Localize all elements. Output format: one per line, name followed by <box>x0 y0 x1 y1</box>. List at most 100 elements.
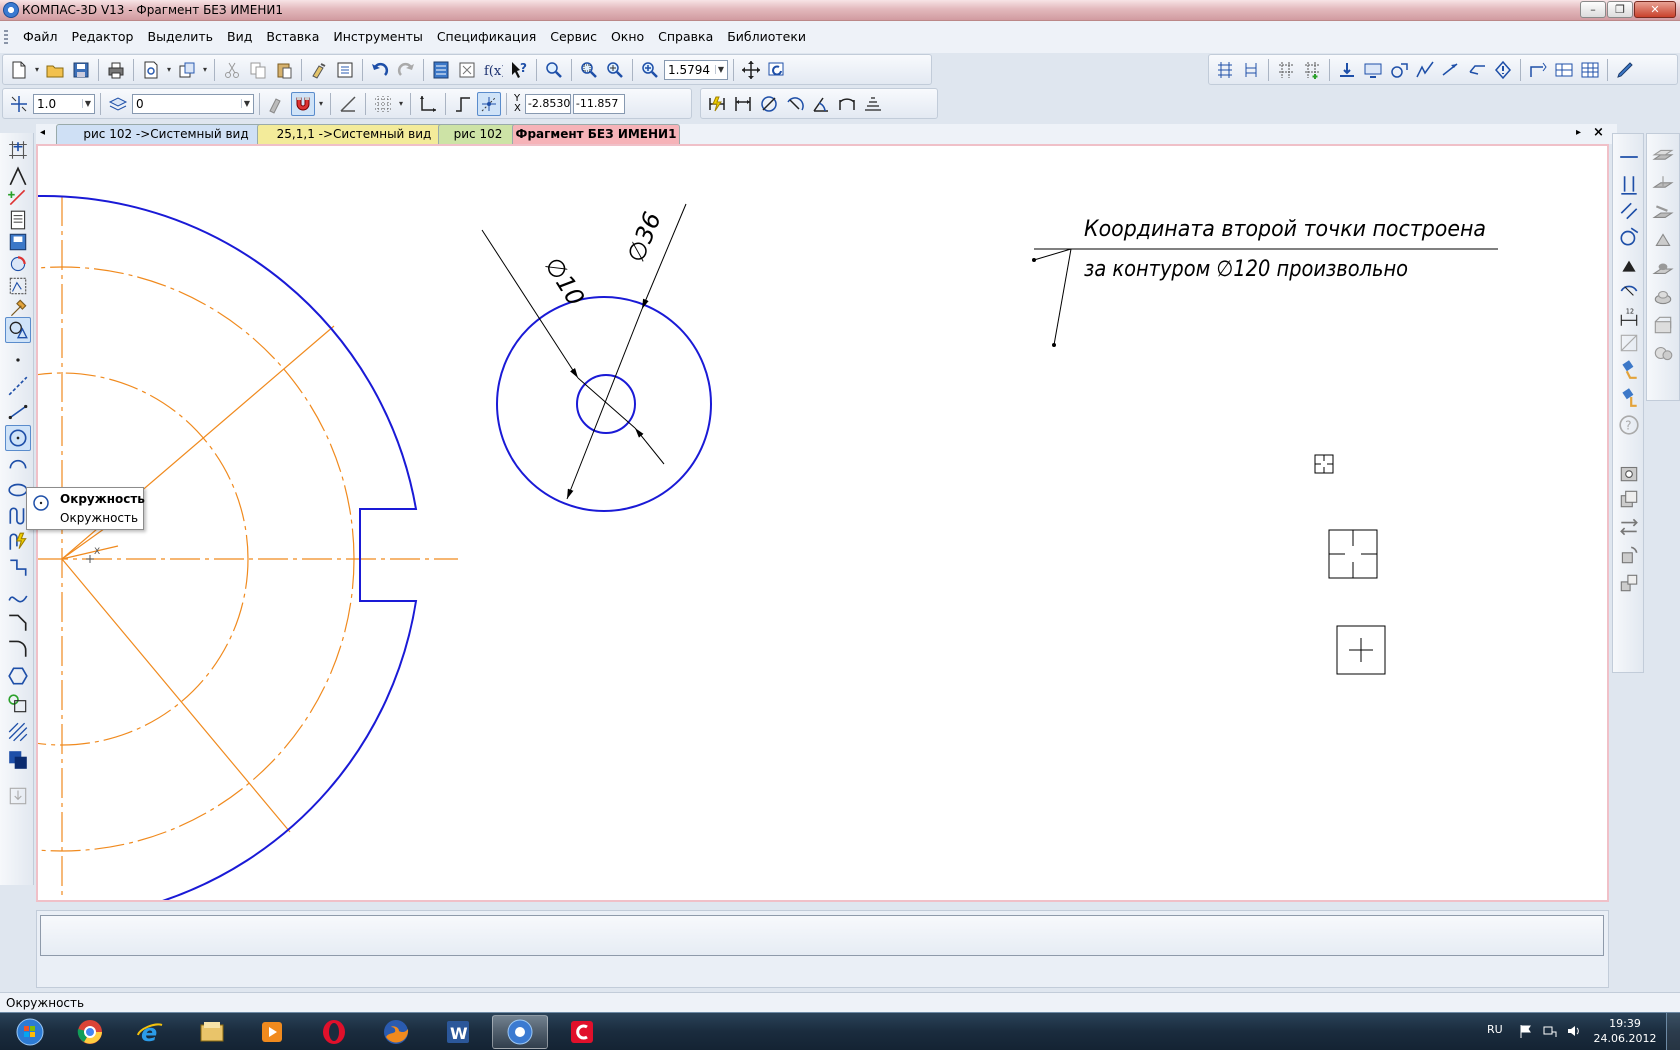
fill-icon[interactable] <box>5 747 31 773</box>
menu-file[interactable]: Файл <box>16 29 65 44</box>
shell-icon[interactable] <box>1650 284 1676 310</box>
word-icon[interactable]: W <box>430 1015 486 1049</box>
action-center-flag-icon[interactable] <box>1518 1023 1534 1039</box>
leader-note[interactable]: Координата второй точки построена за кон… <box>1032 217 1498 347</box>
vertical-align-icon[interactable] <box>1616 172 1642 198</box>
diameter-dimension-icon[interactable] <box>757 92 781 116</box>
tab-scroll-left-icon[interactable]: ◂ <box>40 127 45 138</box>
symmetry-icon[interactable] <box>1616 330 1642 356</box>
language-indicator[interactable]: RU <box>1487 1023 1503 1036</box>
copy-icon[interactable] <box>246 58 270 82</box>
paste-icon[interactable] <box>272 58 296 82</box>
shaft-icon[interactable] <box>1650 340 1676 366</box>
copy-view-icon[interactable] <box>1616 486 1642 512</box>
new-document-dropdown-icon[interactable]: ▾ <box>33 65 41 74</box>
ascon-icon[interactable] <box>554 1015 610 1049</box>
cursor-step-select[interactable]: 1.0 ▼ <box>33 93 95 114</box>
document-manager-dropdown-icon[interactable]: ▾ <box>201 65 209 74</box>
monitor-icon[interactable] <box>1361 58 1385 82</box>
radial-dimension-icon[interactable] <box>783 92 807 116</box>
fix-point-icon[interactable] <box>1616 252 1642 278</box>
bezier-icon[interactable] <box>5 583 31 609</box>
zoom-in-icon[interactable] <box>638 58 662 82</box>
start-orb-icon[interactable] <box>2 1015 58 1049</box>
fix-dim-icon[interactable] <box>1616 278 1642 304</box>
local-cs-icon[interactable] <box>336 92 360 116</box>
coord-x-field[interactable]: -2.8530 <box>524 93 571 114</box>
manager-icon[interactable] <box>429 58 453 82</box>
tab-fragment-unnamed[interactable]: Фрагмент БЕЗ ИМЕНИ1 <box>512 124 680 144</box>
preview-dropdown-icon[interactable]: ▾ <box>165 65 173 74</box>
revolve-icon[interactable] <box>1650 172 1676 198</box>
autodimension-icon[interactable] <box>705 92 729 116</box>
arrow-view-icon[interactable] <box>1439 58 1463 82</box>
refresh-view-icon[interactable] <box>765 58 789 82</box>
chevron-down-icon[interactable]: ▼ <box>240 99 250 108</box>
grid-hatch-icon[interactable] <box>1213 58 1237 82</box>
menu-edit[interactable]: Редактор <box>65 29 141 44</box>
grid-points-icon[interactable] <box>1274 58 1298 82</box>
menu-tools[interactable]: Инструменты <box>326 29 429 44</box>
symmetry-view-icon[interactable] <box>1616 570 1642 596</box>
capture-view-icon[interactable] <box>1616 460 1642 486</box>
grid-icon[interactable] <box>371 92 395 116</box>
help-circle-icon[interactable]: ? <box>1616 412 1642 438</box>
system-clock[interactable]: 19:39 24.06.2012 <box>1592 1016 1658 1046</box>
properties-icon[interactable] <box>333 58 357 82</box>
print-icon[interactable] <box>104 58 128 82</box>
current-point-icon[interactable] <box>477 91 501 116</box>
arc-icon[interactable] <box>5 451 31 477</box>
kompas-app-icon[interactable] <box>3 2 19 18</box>
network-icon[interactable] <box>1542 1023 1558 1039</box>
menu-view[interactable]: Вид <box>220 29 259 44</box>
geometry-panel-icon[interactable] <box>5 137 31 163</box>
tolerance-table-icon[interactable] <box>1552 58 1576 82</box>
layers-icon[interactable] <box>106 92 130 116</box>
preview-icon[interactable] <box>139 58 163 82</box>
variables-icon[interactable] <box>455 58 479 82</box>
dimension-d36[interactable]: ∅36 <box>566 203 687 500</box>
menu-libraries[interactable]: Библиотеки <box>720 29 813 44</box>
angular-dimension-icon[interactable] <box>809 92 833 116</box>
document-manager-icon[interactable] <box>175 58 199 82</box>
edit-pen-icon[interactable] <box>1613 58 1637 82</box>
zoom-area-icon[interactable] <box>577 58 601 82</box>
zoom-scale-select[interactable]: 1.5794 ▼ <box>664 59 728 80</box>
properties-panel-content[interactable] <box>40 915 1604 956</box>
fillet-icon[interactable] <box>5 635 31 661</box>
tab-close-icon[interactable]: × <box>1593 125 1604 140</box>
rotation-icon[interactable] <box>1387 58 1411 82</box>
equidistant-icon[interactable] <box>5 691 31 717</box>
auxiliary-line-icon[interactable] <box>5 373 31 399</box>
arc-dimension-icon[interactable] <box>835 92 859 116</box>
menu-service[interactable]: Сервис <box>543 29 604 44</box>
function-icon[interactable]: f(x) <box>481 58 505 82</box>
undo-icon[interactable] <box>368 58 392 82</box>
snap-dropdown-icon[interactable]: ▾ <box>317 99 325 108</box>
segment-icon[interactable] <box>5 399 31 425</box>
tangent-icon[interactable] <box>1616 224 1642 250</box>
eraser-icon[interactable] <box>1616 356 1642 382</box>
redo-icon[interactable] <box>394 58 418 82</box>
menu-select[interactable]: Выделить <box>141 29 221 44</box>
collect-contour-icon[interactable] <box>5 783 31 809</box>
drawing-canvas[interactable]: X ∅10 ∅36 Координата второй точки постро… <box>36 144 1609 902</box>
cut-extrude-icon[interactable] <box>1650 256 1676 282</box>
leader-icon[interactable] <box>1465 58 1489 82</box>
coord-y-field[interactable]: -11.857 <box>572 93 625 114</box>
new-document-icon[interactable] <box>7 58 31 82</box>
linear-dimension-icon[interactable] <box>731 92 755 116</box>
menu-window[interactable]: Окно <box>604 29 651 44</box>
chevron-down-icon[interactable]: ▼ <box>81 99 91 108</box>
internet-explorer-icon[interactable]: e <box>122 1015 178 1049</box>
geometry-tools-icon[interactable] <box>5 317 31 343</box>
line-dimension-icon[interactable] <box>861 92 885 116</box>
maximize-button[interactable]: ❐ <box>1607 1 1633 18</box>
roughness-icon[interactable] <box>1413 58 1437 82</box>
cut-icon[interactable] <box>220 58 244 82</box>
circle-tool-icon[interactable] <box>5 425 31 451</box>
point-icon[interactable] <box>5 347 31 373</box>
kompas-icon[interactable] <box>492 1015 548 1049</box>
current-layer-select[interactable]: 0 ▼ <box>132 93 254 114</box>
polygon-icon[interactable] <box>5 663 31 689</box>
